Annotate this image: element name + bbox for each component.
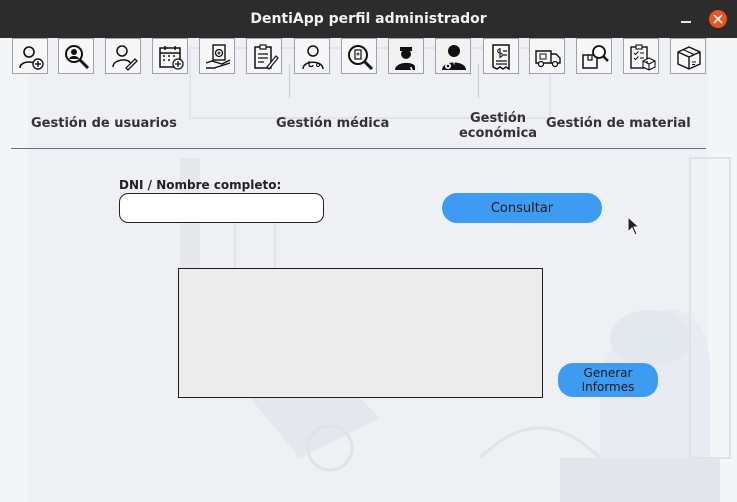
doctor-refresh-button[interactable] bbox=[388, 38, 424, 74]
medical-hand-button[interactable] bbox=[199, 38, 235, 74]
box-button[interactable] bbox=[670, 38, 706, 74]
consult-button[interactable]: Consultar bbox=[442, 193, 602, 223]
mouse-cursor-icon bbox=[627, 216, 641, 236]
doctor-icon bbox=[302, 45, 324, 70]
doctor-refresh-icon bbox=[395, 47, 421, 71]
package-search-button[interactable] bbox=[576, 38, 612, 74]
delivery-truck-icon bbox=[535, 50, 561, 68]
calendar-add-icon bbox=[159, 46, 184, 70]
search-user-button[interactable] bbox=[58, 38, 94, 74]
inventory-clipboard-button[interactable] bbox=[623, 38, 659, 74]
invoice-button[interactable] bbox=[483, 38, 519, 74]
calendar-add-button[interactable] bbox=[152, 38, 188, 74]
package-search-icon bbox=[582, 45, 609, 69]
doctor-button[interactable] bbox=[294, 38, 330, 74]
clipboard-edit-icon bbox=[254, 44, 279, 70]
section-economic-line1: Gestión bbox=[469, 111, 527, 126]
medical-search-button[interactable] bbox=[341, 38, 377, 74]
section-economic-line2: económica bbox=[458, 126, 538, 141]
add-user-button[interactable] bbox=[12, 38, 48, 74]
minimize-button[interactable] bbox=[678, 12, 694, 28]
delivery-truck-button[interactable] bbox=[529, 38, 565, 74]
clipboard-edit-button[interactable] bbox=[246, 38, 282, 74]
box-icon bbox=[677, 46, 701, 70]
section-medical-label: Gestión médica bbox=[276, 116, 390, 131]
dni-name-input[interactable] bbox=[119, 193, 324, 223]
close-button[interactable] bbox=[709, 10, 727, 28]
medical-search-icon bbox=[348, 45, 374, 71]
window-title: DentiApp perfil administrador bbox=[250, 11, 487, 27]
generate-reports-line1: Generar bbox=[583, 366, 633, 380]
section-users-label: Gestión de usuarios bbox=[31, 116, 177, 131]
invoice-icon bbox=[492, 44, 510, 71]
results-area[interactable] bbox=[178, 268, 543, 398]
close-icon bbox=[713, 14, 723, 24]
add-user-icon bbox=[19, 46, 44, 70]
medical-hand-icon bbox=[205, 44, 231, 69]
toolbar-separator bbox=[289, 64, 290, 98]
section-material-label: Gestión de material bbox=[546, 116, 691, 131]
generate-reports-button[interactable]: Generar Informes bbox=[558, 363, 658, 397]
edit-user-button[interactable] bbox=[105, 38, 141, 74]
app-window: DentiApp perfil administrador Gestión de… bbox=[0, 0, 737, 502]
search-user-icon bbox=[65, 45, 90, 70]
doctor-settings-icon bbox=[442, 45, 466, 70]
search-label: DNI / Nombre completo: bbox=[119, 178, 282, 192]
main-content: Gestión de usuarios Gestión médica Gesti… bbox=[0, 38, 737, 502]
header-divider bbox=[11, 148, 706, 149]
doctor-settings-button[interactable] bbox=[435, 38, 471, 74]
title-bar[interactable]: DentiApp perfil administrador bbox=[0, 0, 737, 38]
section-economic-label: Gestión económica bbox=[458, 111, 538, 141]
toolbar-separator bbox=[478, 64, 479, 98]
inventory-clipboard-icon bbox=[630, 44, 656, 71]
generate-reports-line2: Informes bbox=[581, 380, 635, 394]
edit-user-icon bbox=[112, 45, 138, 71]
